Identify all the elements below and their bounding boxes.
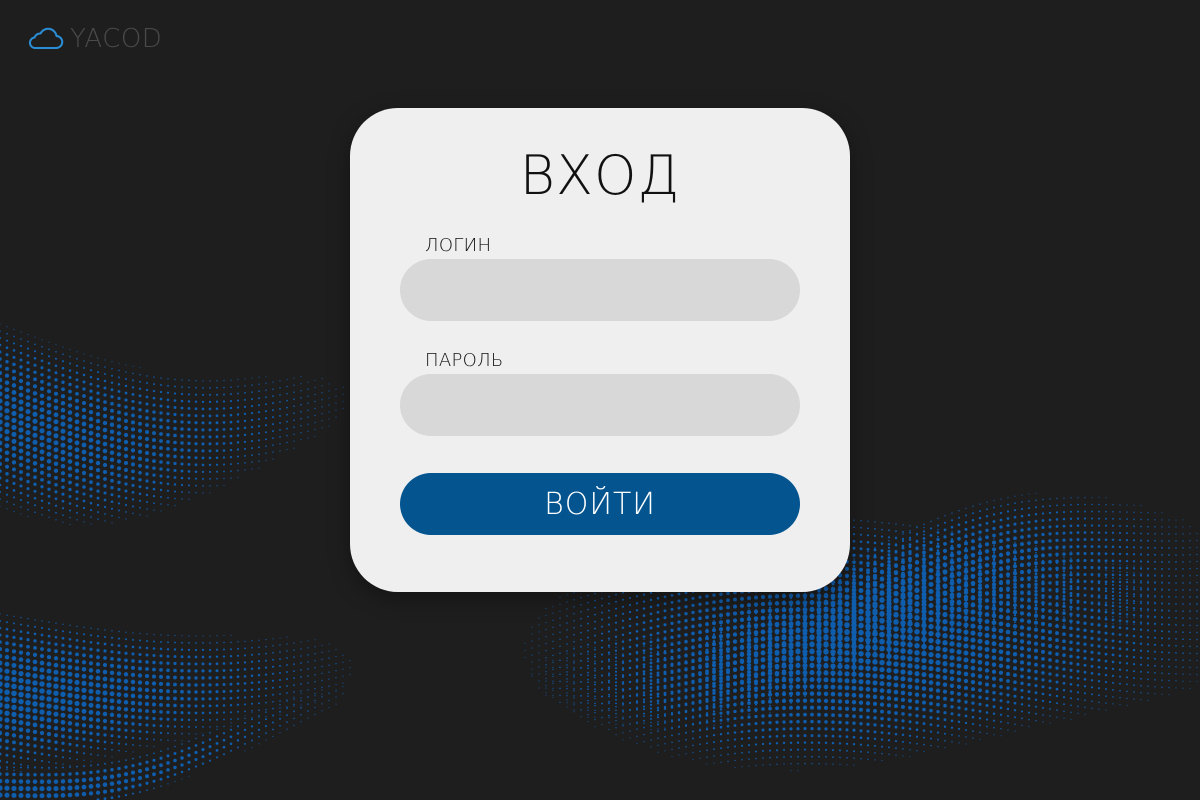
password-label: ПАРОЛЬ (425, 350, 504, 371)
login-card: ВХОД ЛОГИН ПАРОЛЬ ВОЙТИ (350, 108, 850, 592)
cloud-icon (26, 27, 64, 51)
login-button[interactable]: ВОЙТИ (400, 473, 800, 535)
login-page: YACOD ВХОД ЛОГИН ПАРОЛЬ ВОЙТИ (0, 0, 1200, 800)
brand-logo: YACOD (26, 26, 162, 52)
login-input[interactable] (400, 259, 800, 321)
login-title: ВХОД (519, 144, 681, 207)
login-label: ЛОГИН (425, 235, 492, 256)
password-input[interactable] (400, 374, 800, 436)
brand-name: YACOD (70, 24, 163, 54)
